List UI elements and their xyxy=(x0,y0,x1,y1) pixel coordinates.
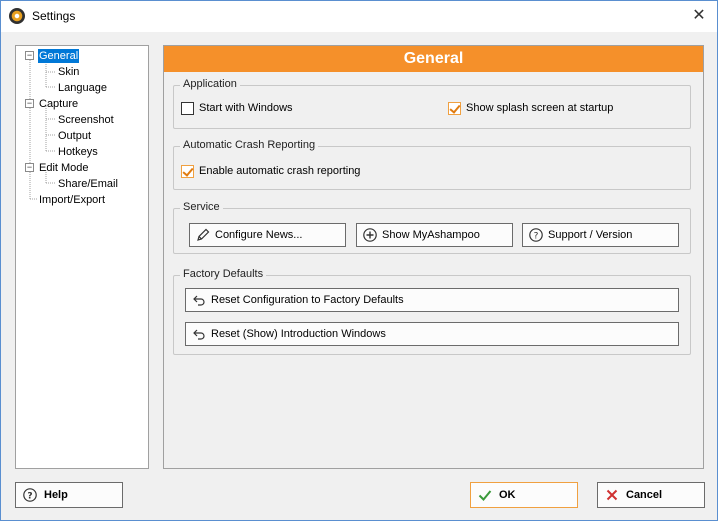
tree-item-output[interactable]: Output xyxy=(57,129,92,143)
help-button[interactable]: ? Help xyxy=(15,482,123,508)
tree-item-edit-mode[interactable]: Edit Mode xyxy=(38,161,90,175)
tree-item-skin[interactable]: Skin xyxy=(57,65,80,79)
start-with-windows-box[interactable] xyxy=(181,101,194,115)
ok-button[interactable]: OK xyxy=(470,482,578,508)
configure-news-button[interactable]: Configure News... xyxy=(189,223,346,247)
tree-item-capture[interactable]: Capture xyxy=(38,97,79,111)
svg-text:?: ? xyxy=(27,492,32,502)
ok-label: OK xyxy=(499,489,516,501)
plus-circle-icon xyxy=(363,228,377,242)
reset-introduction-label: Reset (Show) Introduction Windows xyxy=(211,328,386,340)
show-myashampoo-button[interactable]: Show MyAshampoo xyxy=(356,223,513,247)
tree-connector-lines xyxy=(29,58,56,200)
cancel-label: Cancel xyxy=(626,489,663,501)
start-with-windows-label: Start with Windows xyxy=(199,102,293,114)
service-group: Service Configure News... Show MyAshampo… xyxy=(173,201,691,254)
undo-arrow-icon xyxy=(193,329,205,340)
configure-news-label: Configure News... xyxy=(215,229,303,241)
show-myashampoo-label: Show MyAshampoo xyxy=(382,229,480,241)
reset-configuration-button[interactable]: Reset Configuration to Factory Defaults xyxy=(185,288,679,312)
splash-screen-box[interactable] xyxy=(448,101,461,115)
close-button[interactable]: ✕ xyxy=(687,5,711,27)
settings-window: Settings ✕ − General Skin Language − Cap… xyxy=(0,0,718,521)
tree-item-language[interactable]: Language xyxy=(57,81,108,95)
factory-defaults-group: Factory Defaults Reset Configuration to … xyxy=(173,268,691,355)
service-group-title: Service xyxy=(180,201,223,213)
cancel-button[interactable]: Cancel xyxy=(597,482,705,508)
start-with-windows-checkbox[interactable]: Start with Windows xyxy=(181,100,293,116)
tree-collapse-edit-mode-icon[interactable]: − xyxy=(25,163,34,172)
splash-screen-checkbox[interactable]: Show splash screen at startup xyxy=(448,100,613,116)
reset-configuration-label: Reset Configuration to Factory Defaults xyxy=(211,294,404,306)
support-version-label: Support / Version xyxy=(548,229,633,241)
factory-defaults-group-title: Factory Defaults xyxy=(180,268,267,280)
question-circle-icon: ? xyxy=(23,488,37,502)
tree-collapse-general-icon[interactable]: − xyxy=(25,51,34,60)
crash-reporting-group-title: Automatic Crash Reporting xyxy=(180,139,319,151)
tree-item-general[interactable]: General xyxy=(36,48,81,64)
tree-item-import-export[interactable]: Import/Export xyxy=(38,193,106,207)
support-version-button[interactable]: ? Support / Version xyxy=(522,223,679,247)
tree-item-share-email[interactable]: Share/Email xyxy=(57,177,119,191)
question-circle-icon: ? xyxy=(529,228,543,242)
checkmark-icon xyxy=(478,490,492,501)
tree-item-screenshot[interactable]: Screenshot xyxy=(57,113,115,127)
crash-reporting-box[interactable] xyxy=(181,164,194,178)
pencil-icon xyxy=(197,228,210,241)
reset-introduction-button[interactable]: Reset (Show) Introduction Windows xyxy=(185,322,679,346)
svg-text:?: ? xyxy=(534,232,539,242)
app-logo-icon xyxy=(9,8,25,24)
x-mark-icon xyxy=(606,489,618,501)
help-label: Help xyxy=(44,489,68,501)
undo-arrow-icon xyxy=(193,295,205,306)
title-bar: Settings ✕ xyxy=(1,1,717,32)
crash-reporting-group: Automatic Crash Reporting Enable automat… xyxy=(173,139,691,190)
window-title: Settings xyxy=(32,9,76,23)
tree-item-hotkeys[interactable]: Hotkeys xyxy=(57,145,99,159)
settings-content-panel: General Application Start with Windows S… xyxy=(163,45,704,469)
splash-screen-label: Show splash screen at startup xyxy=(466,102,614,114)
crash-reporting-checkbox[interactable]: Enable automatic crash reporting xyxy=(181,163,360,179)
crash-reporting-label: Enable automatic crash reporting xyxy=(199,165,361,177)
page-title: General xyxy=(164,46,703,72)
application-group: Application Start with Windows Show spla… xyxy=(173,78,691,129)
tree-collapse-capture-icon[interactable]: − xyxy=(25,99,34,108)
settings-tree: − General Skin Language − Capture Screen… xyxy=(15,45,149,469)
application-group-title: Application xyxy=(180,78,240,90)
